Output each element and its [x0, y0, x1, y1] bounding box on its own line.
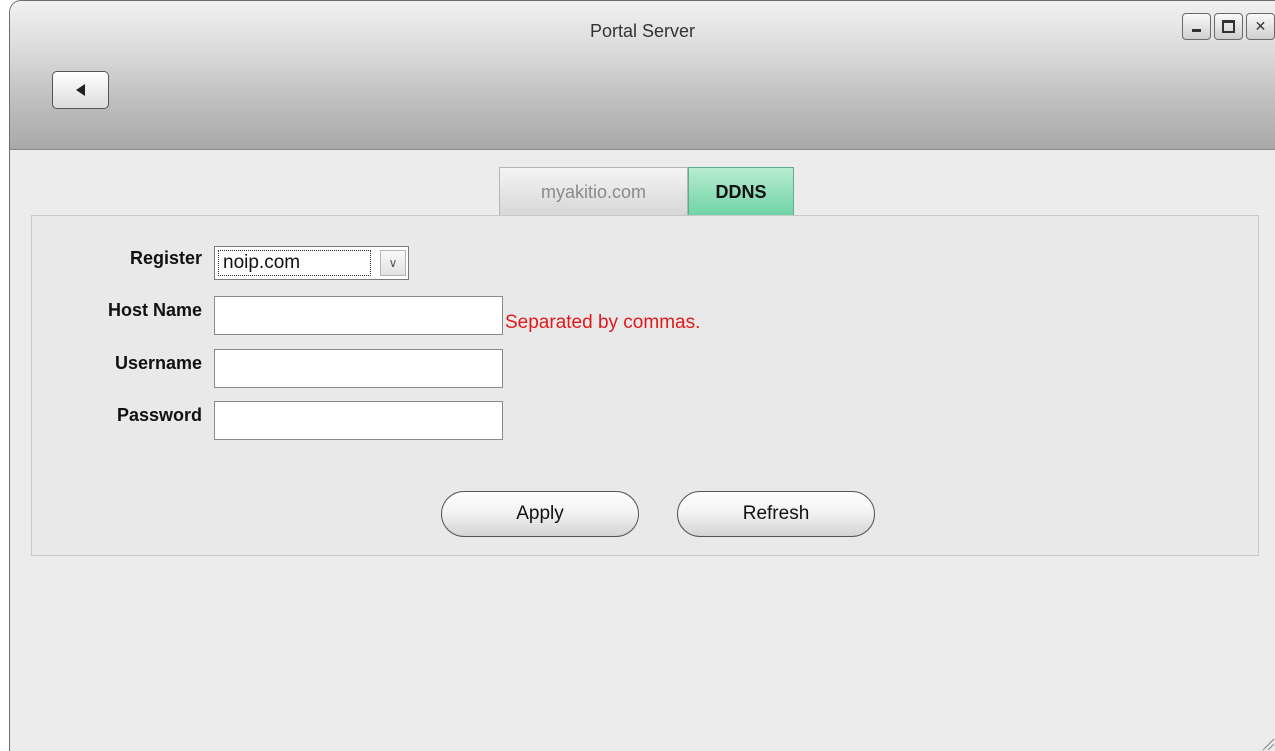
- close-icon: ✕: [1254, 18, 1267, 34]
- minimize-button[interactable]: [1182, 13, 1211, 40]
- maximize-button[interactable]: [1214, 13, 1243, 40]
- back-arrow-icon: [76, 84, 85, 96]
- username-input[interactable]: [214, 349, 503, 388]
- minimize-icon: [1192, 29, 1201, 32]
- ddns-form-panel: Register noip.com ∨ Host Name Separated …: [31, 215, 1259, 556]
- refresh-button[interactable]: Refresh: [677, 491, 875, 537]
- title-bar: Portal Server ✕: [10, 1, 1275, 150]
- close-button[interactable]: ✕: [1246, 13, 1275, 40]
- host-name-hint: Separated by commas.: [505, 312, 701, 333]
- password-input[interactable]: [214, 401, 503, 440]
- back-button[interactable]: [52, 71, 109, 109]
- maximize-icon: [1222, 20, 1235, 33]
- chevron-down-icon[interactable]: ∨: [380, 250, 406, 276]
- register-label: Register: [129, 248, 202, 268]
- apply-button[interactable]: Apply: [441, 491, 639, 537]
- host-name-input[interactable]: [214, 296, 503, 335]
- register-select[interactable]: noip.com ∨: [214, 246, 409, 280]
- resize-grip-icon[interactable]: [1261, 737, 1275, 751]
- password-label: Password: [116, 405, 202, 425]
- window-title: Portal Server: [589, 21, 696, 41]
- portal-server-window: Portal Server ✕ myakitio.com DDNS Regist…: [9, 0, 1275, 751]
- host-name-label: Host Name: [107, 300, 202, 320]
- username-label: Username: [114, 353, 202, 373]
- tab-myakitio[interactable]: myakitio.com: [499, 167, 688, 217]
- window-controls: ✕: [1182, 13, 1275, 40]
- register-select-value: noip.com: [218, 250, 371, 276]
- tab-bar: myakitio.com DDNS: [499, 167, 794, 217]
- tab-ddns[interactable]: DDNS: [688, 167, 794, 217]
